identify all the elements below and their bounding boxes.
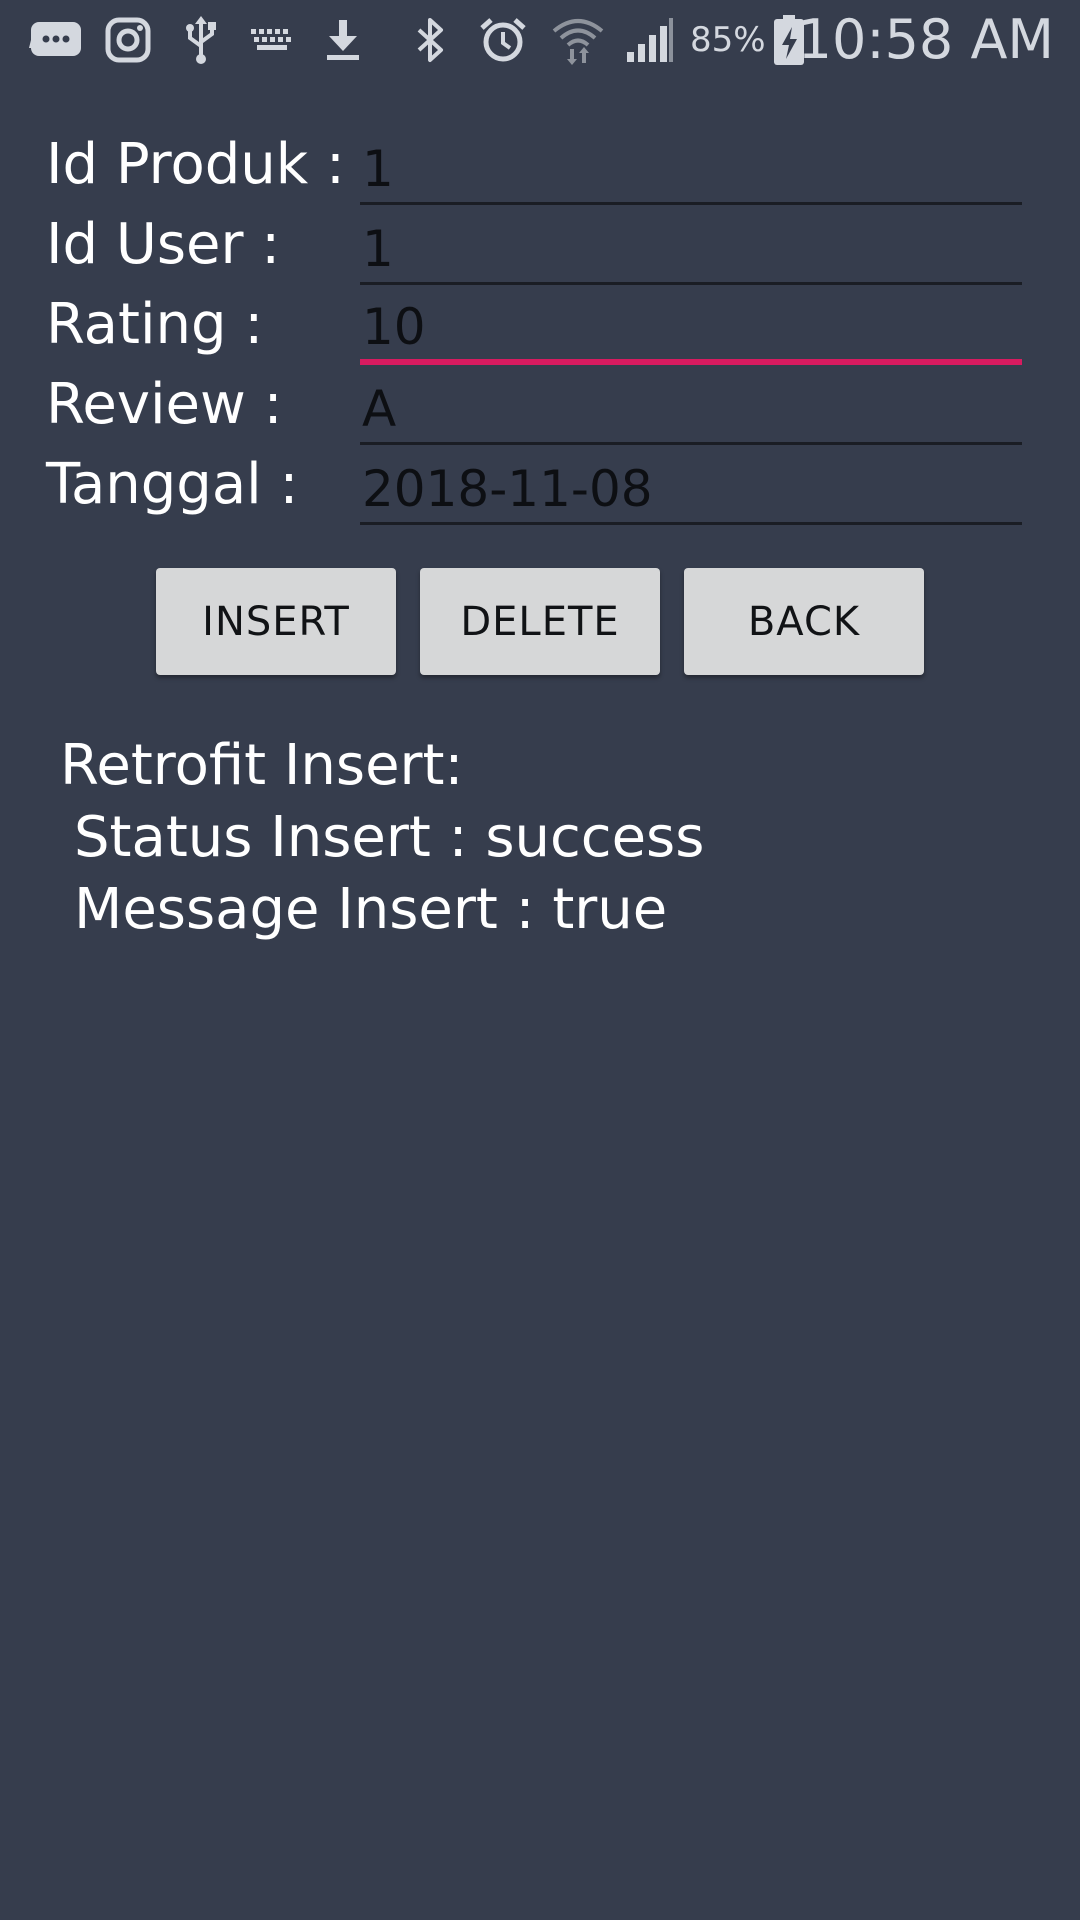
insert-button[interactable]: INSERT [156, 568, 396, 675]
form-row-id-user: Id User : [0, 205, 1080, 285]
alarm-icon [478, 0, 528, 80]
result-title: Retrofit Insert: [60, 733, 464, 798]
instagram-icon [104, 0, 152, 80]
id-produk-input[interactable] [360, 125, 1022, 205]
message-insert-text: Message Insert : true [74, 877, 668, 942]
id-user-input[interactable] [360, 205, 1022, 285]
tanggal-input[interactable] [360, 445, 1022, 525]
form-row-rating: Rating : [0, 285, 1080, 365]
download-icon [322, 0, 364, 80]
wifi-icon [550, 0, 606, 80]
review-input[interactable] [360, 365, 1022, 445]
back-button[interactable]: BACK [684, 568, 924, 675]
status-insert-text: Status Insert : success [74, 805, 705, 870]
rating-input[interactable] [360, 285, 1022, 365]
bluetooth-icon [410, 0, 450, 80]
battery-percent: 85% [690, 20, 766, 60]
keyboard-icon [250, 0, 294, 80]
rating-label: Rating : [46, 292, 264, 357]
tanggal-label: Tanggal : [46, 452, 299, 517]
messenger-icon [28, 0, 84, 80]
status-time: 10:58 AM [797, 8, 1054, 71]
review-label: Review : [46, 372, 283, 437]
delete-button[interactable]: DELETE [420, 568, 660, 675]
id-produk-label: Id Produk : [46, 132, 345, 197]
usb-icon [182, 0, 220, 80]
form-row-review: Review : [0, 365, 1080, 445]
form-row-tanggal: Tanggal : [0, 445, 1080, 525]
id-user-label: Id User : [46, 212, 281, 277]
form-row-id-produk: Id Produk : [0, 125, 1080, 205]
cellular-signal-icon [624, 0, 676, 80]
status-bar: 85% 10:58 AM [0, 0, 1080, 80]
